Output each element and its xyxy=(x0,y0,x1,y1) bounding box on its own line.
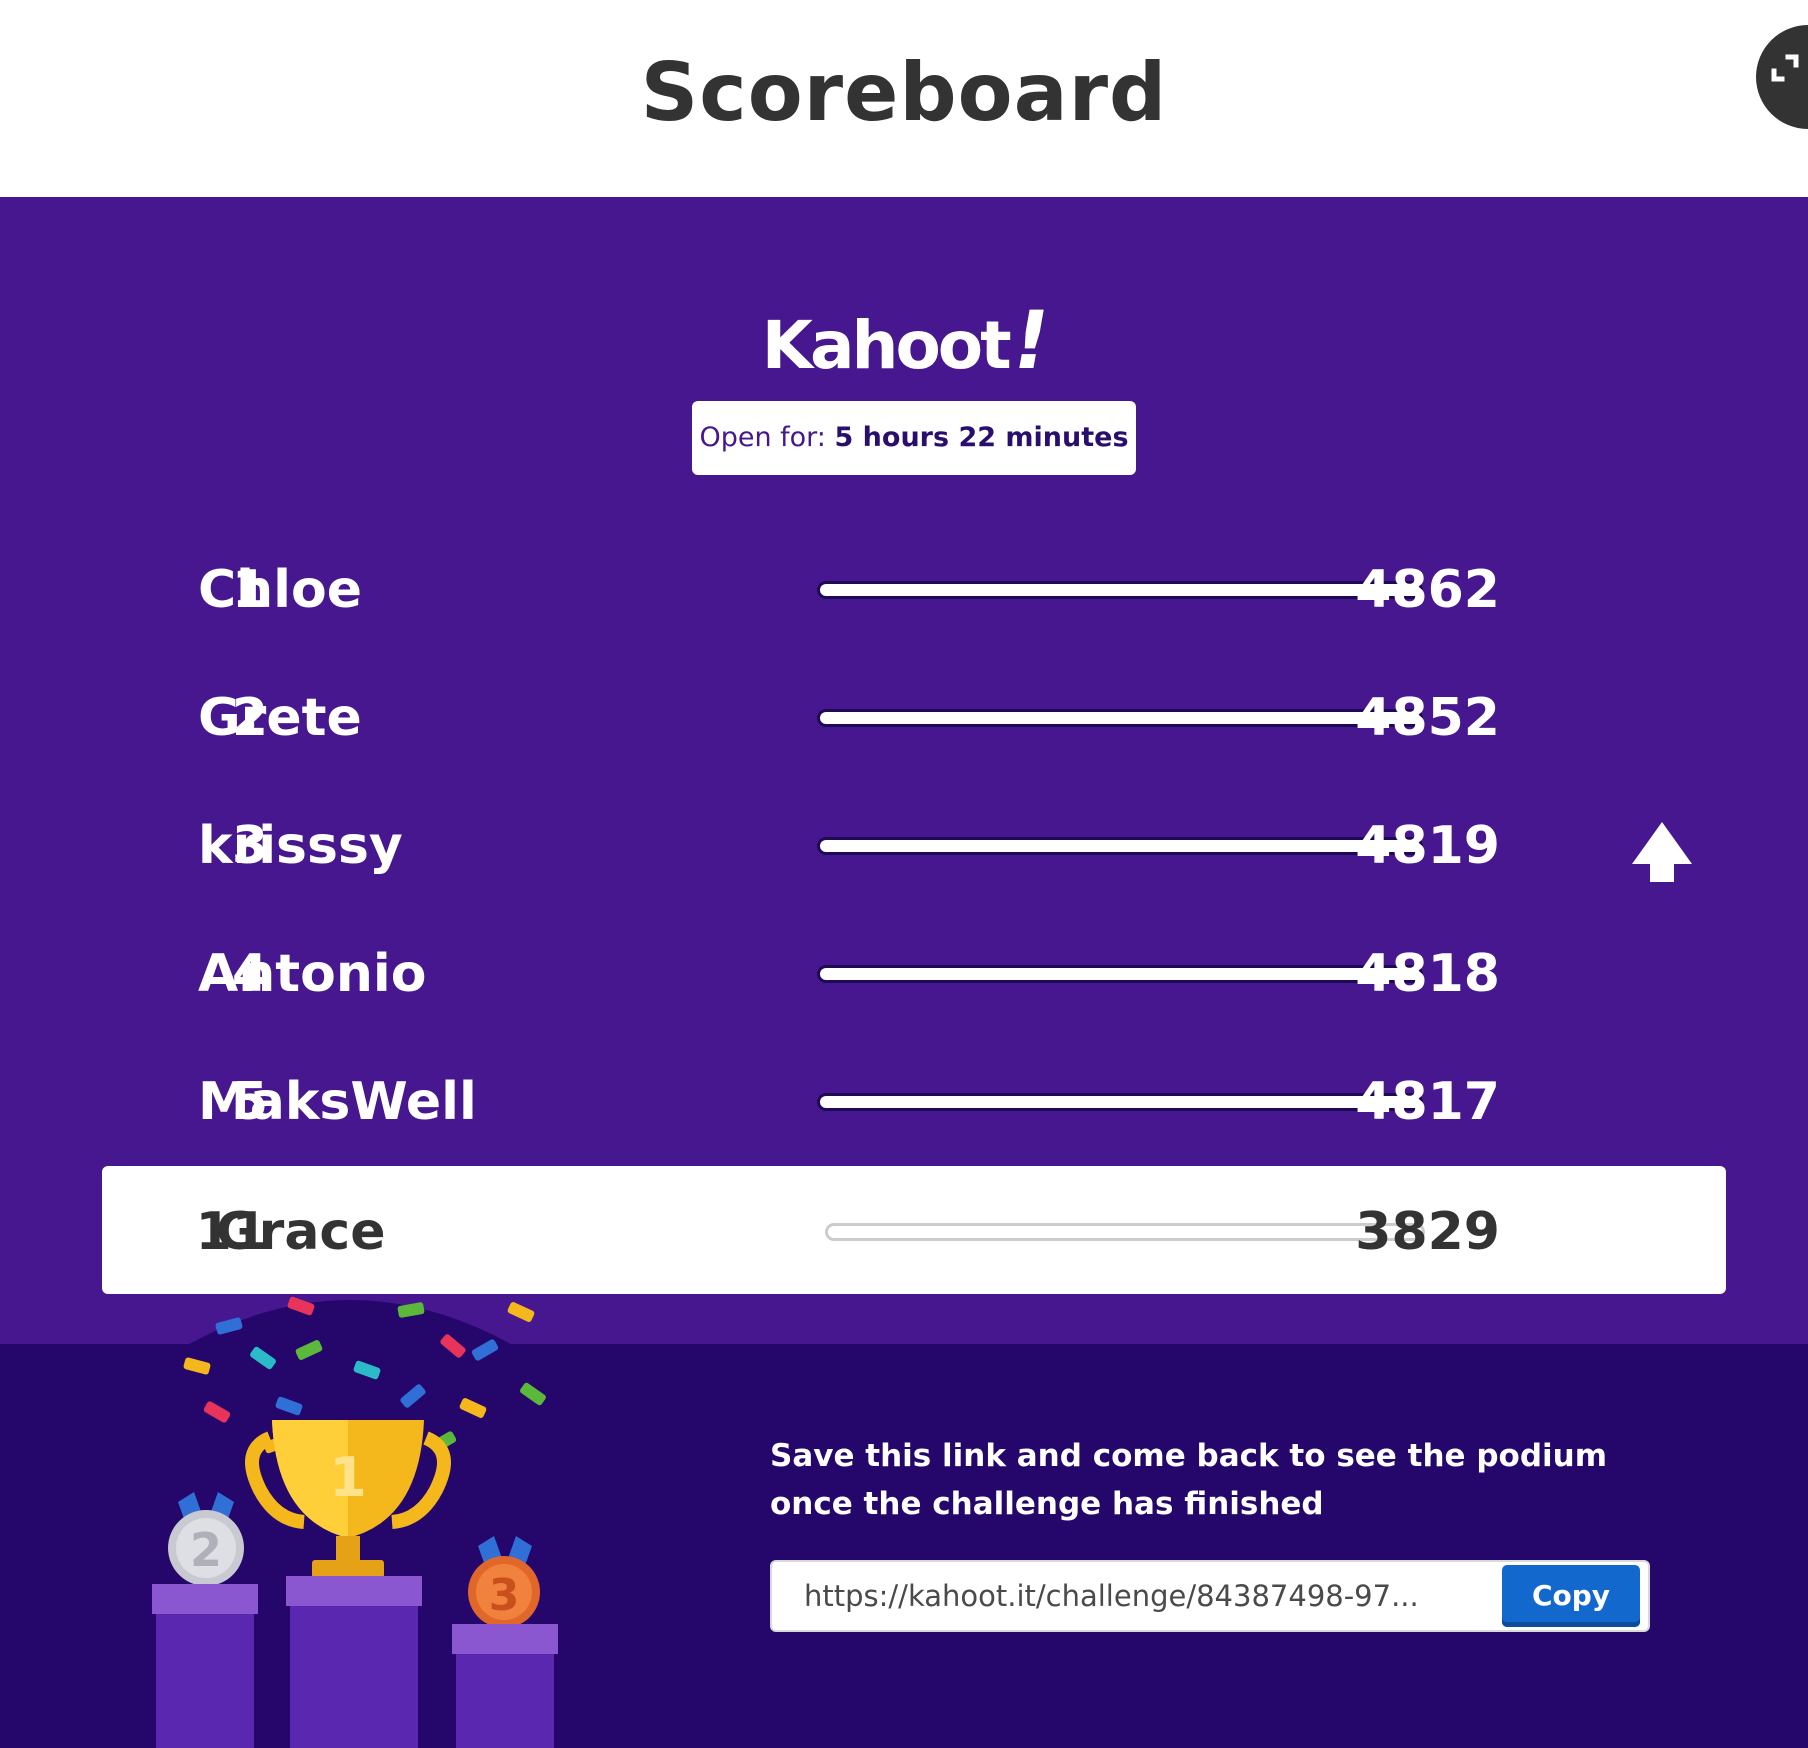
podium-second-label: 2 xyxy=(190,1523,222,1577)
timer-value: 5 hours 22 minutes xyxy=(834,422,1129,453)
kahoot-logo: Kahoot! xyxy=(0,294,1808,387)
score-bar xyxy=(820,968,1420,980)
challenge-link-input[interactable] xyxy=(804,1562,1484,1630)
copy-button[interactable]: Copy xyxy=(1502,1565,1640,1627)
podium-first-label: 1 xyxy=(329,1446,367,1509)
logo-suffix: ! xyxy=(1004,294,1055,387)
player-score: 3829 xyxy=(1355,1202,1500,1262)
player-name: MaksWell xyxy=(198,1072,477,1132)
player-name: krisssy xyxy=(198,816,403,876)
leaderboard-row: 4 Antonio 4818 xyxy=(102,908,1726,1036)
timer-label: Open for: xyxy=(699,422,826,453)
player-score: 4862 xyxy=(1355,560,1500,620)
player-name: Grete xyxy=(198,688,362,748)
player-score: 4819 xyxy=(1355,816,1500,876)
page-header: Scoreboard xyxy=(0,0,1808,197)
score-bar xyxy=(828,1226,1422,1238)
player-score: 4817 xyxy=(1355,1072,1500,1132)
logo-text: Kahoot xyxy=(761,307,1012,384)
page-title: Scoreboard xyxy=(640,46,1168,139)
leaderboard-row: 2 Grete 4852 xyxy=(102,652,1726,780)
leaderboard-row: 3 krisssy 4819 xyxy=(102,780,1726,908)
score-bar xyxy=(820,584,1420,596)
player-name: Chloe xyxy=(198,560,362,620)
arrow-up-icon xyxy=(1632,822,1692,882)
player-score: 4818 xyxy=(1355,944,1500,1004)
player-name: Antonio xyxy=(198,944,427,1004)
leaderboard-row: 5 MaksWell 4817 xyxy=(102,1036,1726,1164)
podium-third-label: 3 xyxy=(489,1570,520,1621)
podium-trophy-illustration: 1 2 3 xyxy=(120,1296,580,1748)
open-for-badge: Open for: 5 hours 22 minutes xyxy=(692,401,1136,475)
score-bar xyxy=(820,1096,1420,1108)
save-link-message: Save this link and come back to see the … xyxy=(770,1438,1607,1522)
score-bar xyxy=(820,712,1420,724)
expand-icon xyxy=(1771,54,1799,82)
challenge-link-box: Copy xyxy=(770,1560,1650,1632)
leaderboard-row: 1 Chloe 4862 xyxy=(102,524,1726,652)
player-score: 4852 xyxy=(1355,688,1500,748)
score-bar xyxy=(820,840,1420,852)
